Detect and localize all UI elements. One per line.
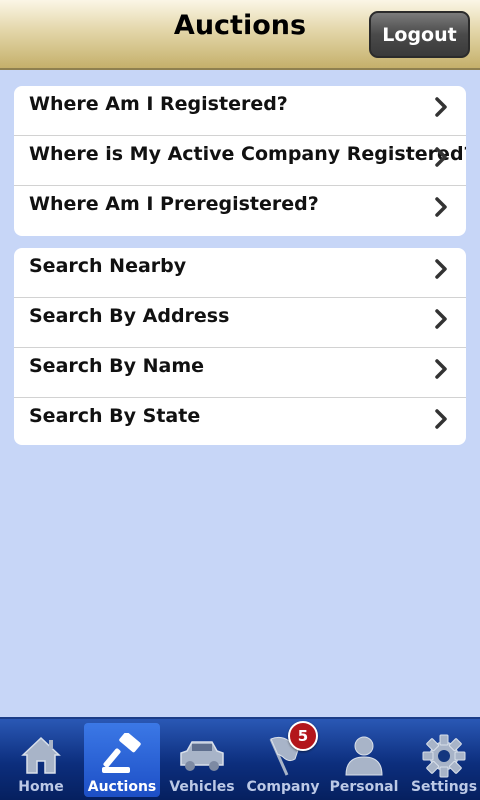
house-icon <box>21 736 61 774</box>
menu-item-where-am-i-registered[interactable]: Where Am I Registered? <box>14 86 466 136</box>
tab-settings[interactable]: Settings <box>406 723 480 797</box>
gavel-icon <box>102 733 141 773</box>
tab-label: Personal <box>329 779 399 795</box>
menu-item-search-by-name[interactable]: Search By Name <box>14 348 466 398</box>
tab-vehicles[interactable]: Vehicles <box>164 723 240 797</box>
menu-item-label: Where Am I Registered? <box>29 93 288 115</box>
menu-item-label: Search By Name <box>29 355 205 377</box>
tab-label: Vehicles <box>169 779 235 795</box>
company-notification-badge: 5 <box>288 721 318 751</box>
tab-label: Auctions <box>87 779 157 795</box>
tab-personal[interactable]: Personal <box>326 723 402 797</box>
menu-item-label: Where Am I Preregistered? <box>29 193 319 215</box>
menu-item-search-nearby[interactable]: Search Nearby <box>14 248 466 298</box>
tab-label: Home <box>18 779 64 795</box>
tab-auctions[interactable]: Auctions <box>84 723 160 797</box>
car-icon <box>180 741 224 771</box>
menu-item-where-is-company-registered[interactable]: Where is My Active Company Registered? <box>14 136 466 186</box>
chevron-right-icon <box>435 309 447 329</box>
menu-item-where-am-i-preregistered[interactable]: Where Am I Preregistered? <box>14 186 466 236</box>
chevron-right-icon <box>435 409 447 429</box>
chevron-right-icon <box>435 197 447 217</box>
chevron-right-icon <box>435 147 447 167</box>
gear-icon <box>422 734 466 778</box>
menu-item-label: Search By Address <box>29 305 230 327</box>
tab-label: Settings <box>410 779 478 795</box>
menu-item-label: Search Nearby <box>29 255 187 277</box>
tab-label: Company <box>246 779 320 795</box>
menu-item-search-by-address[interactable]: Search By Address <box>14 298 466 348</box>
menu-item-search-by-state[interactable]: Search By State <box>14 398 466 445</box>
menu-item-label: Where is My Active Company Registered? <box>29 143 466 165</box>
logout-button[interactable]: Logout <box>369 11 470 58</box>
chevron-right-icon <box>435 359 447 379</box>
menu-item-label: Search By State <box>29 405 201 427</box>
tab-bar: Home Auctions Vehicles Company Personal <box>0 717 480 800</box>
registration-menu: Where Am I Registered? Where is My Activ… <box>14 86 466 236</box>
chevron-right-icon <box>435 97 447 117</box>
search-menu: Search Nearby Search By Address Search B… <box>14 248 466 445</box>
tab-home[interactable]: Home <box>3 723 79 797</box>
person-icon <box>345 736 383 776</box>
header-bar: Auctions Logout <box>0 0 480 70</box>
chevron-right-icon <box>435 259 447 279</box>
